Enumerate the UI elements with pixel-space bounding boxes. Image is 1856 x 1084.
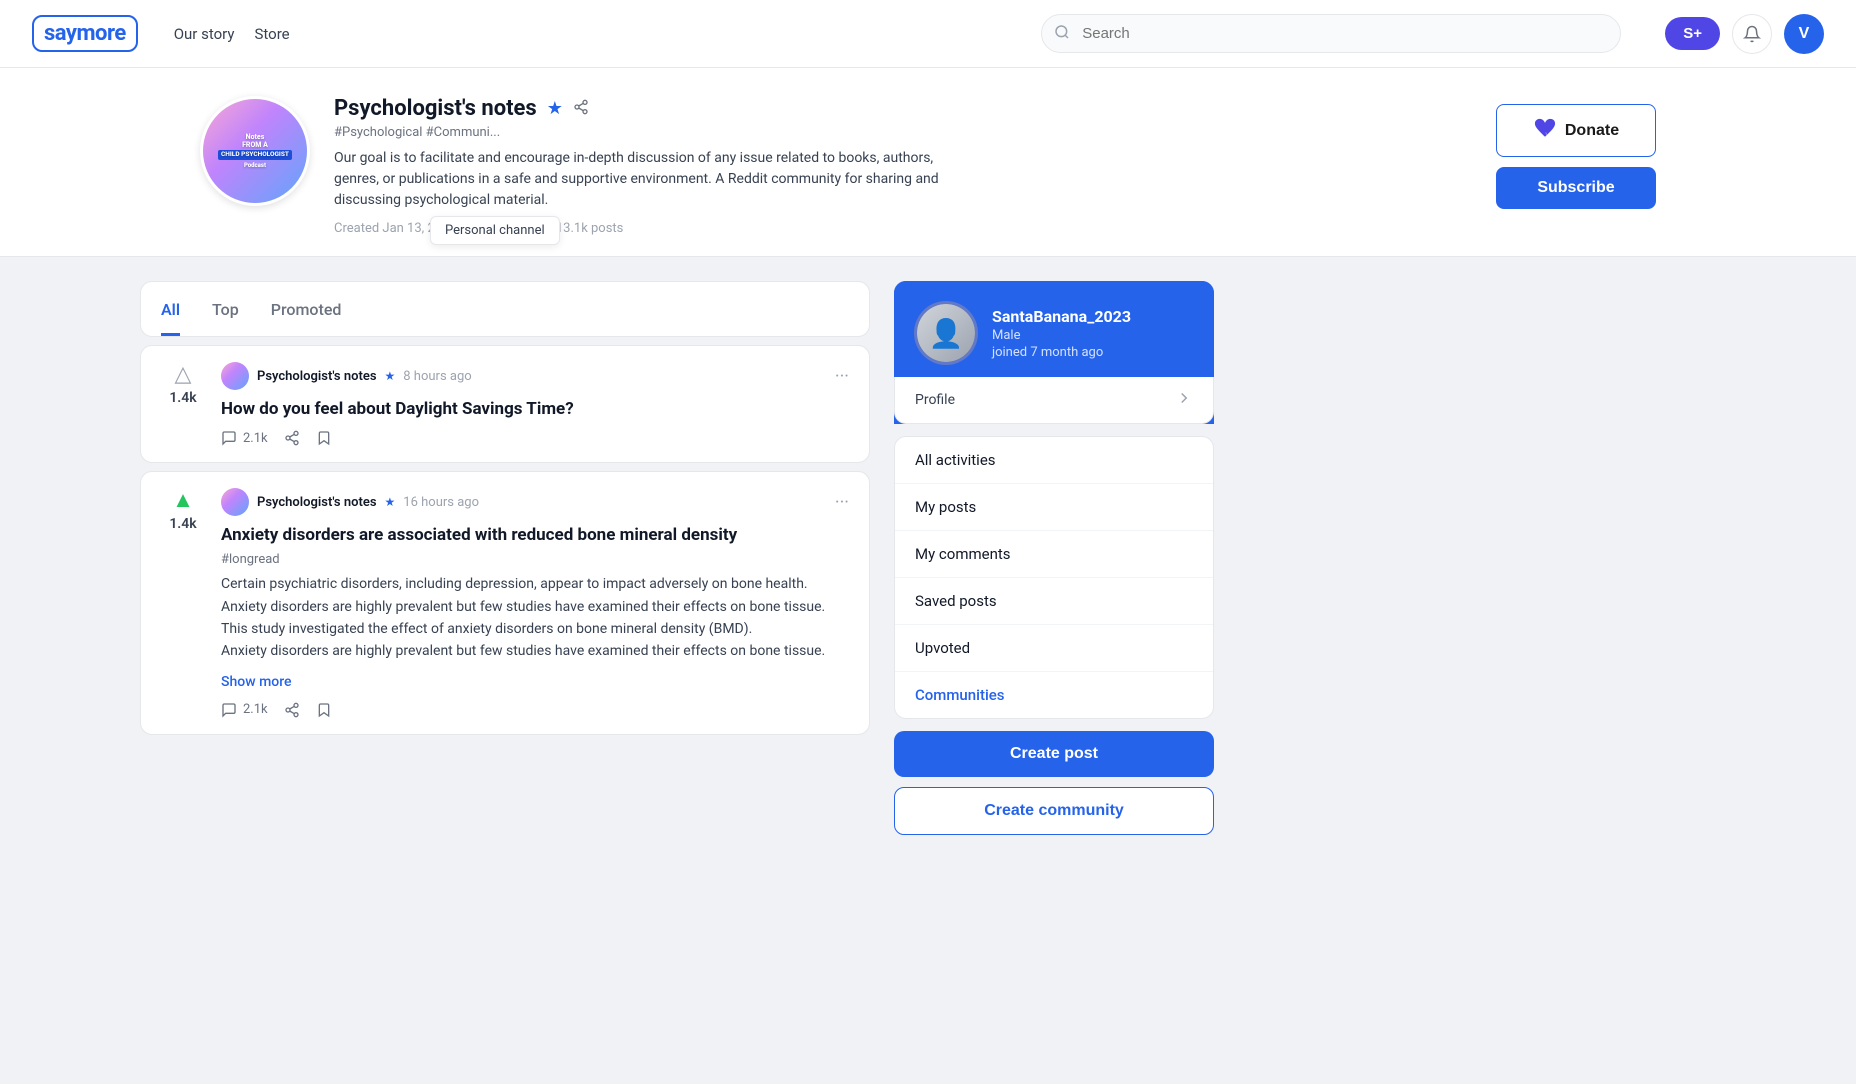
subscribe-button[interactable]: Subscribe — [1496, 167, 1656, 209]
sidebar-buttons: Create post Create community — [894, 731, 1214, 835]
tabs: All Top Promoted — [140, 281, 870, 337]
post-time: 8 hours ago — [403, 369, 471, 384]
upvote-icon[interactable]: △ — [175, 364, 192, 386]
nav-store[interactable]: Store — [254, 25, 289, 43]
search-input[interactable] — [1041, 14, 1621, 53]
sidebar-communities[interactable]: Communities — [895, 672, 1213, 718]
sidebar-all-activities[interactable]: All activities — [895, 437, 1213, 484]
sidebar-menu: All activities My posts My comments Save… — [894, 436, 1214, 719]
post-time: 16 hours ago — [403, 495, 479, 510]
user-info: SantaBanana_2023 Male joined 7 month ago — [992, 307, 1131, 360]
post-actions: 2.1k — [221, 430, 849, 446]
logo[interactable]: saymore — [32, 15, 138, 52]
search-icon — [1054, 24, 1070, 44]
donate-heart-icon — [1533, 117, 1557, 144]
vote-column: △ 1.4k — [161, 362, 205, 446]
channel-tags: #Psychological #Communi... — [334, 125, 1472, 140]
share-action[interactable] — [284, 430, 300, 446]
donate-button[interactable]: Donate — [1496, 104, 1656, 157]
tab-all[interactable]: All — [161, 282, 180, 336]
profile-link[interactable]: Profile — [915, 392, 955, 408]
tab-promoted[interactable]: Promoted — [271, 282, 342, 336]
channel-title: Psychologist's notes — [334, 96, 537, 121]
vote-count: 1.4k — [169, 516, 196, 532]
sidebar-my-comments[interactable]: My comments — [895, 531, 1213, 578]
sidebar-my-posts[interactable]: My posts — [895, 484, 1213, 531]
user-avatar-button[interactable]: V — [1784, 14, 1824, 54]
post-channel-name: Psychologist's notes — [257, 495, 377, 510]
sidebar-saved-posts[interactable]: Saved posts — [895, 578, 1213, 625]
username: SantaBanana_2023 — [992, 307, 1131, 326]
user-card-bottom: Profile — [894, 377, 1214, 424]
bookmark-action[interactable] — [316, 430, 332, 446]
nav: Our story Store — [174, 25, 290, 43]
profile-arrow-icon[interactable] — [1175, 389, 1193, 411]
s-plus-button[interactable]: S+ — [1665, 17, 1720, 50]
sidebar: 👤 SantaBanana_2023 Male joined 7 month a… — [894, 281, 1214, 835]
post-tag: #longread — [221, 552, 849, 567]
create-community-button[interactable]: Create community — [894, 787, 1214, 835]
notifications-button[interactable] — [1732, 14, 1772, 54]
bookmark-action[interactable] — [316, 702, 332, 718]
post-title: Anxiety disorders are associated with re… — [221, 524, 849, 546]
comments-count: 2.1k — [243, 702, 268, 717]
vote-column: ▲ 1.4k — [161, 488, 205, 718]
user-card: 👤 SantaBanana_2023 Male joined 7 month a… — [894, 281, 1214, 424]
verified-icon: ★ — [547, 98, 563, 119]
user-avatar-image: 👤 — [917, 304, 975, 362]
post-body: Psychologist's notes ★ 16 hours ago ··· … — [221, 488, 849, 718]
logo-text[interactable]: saymore — [32, 15, 138, 52]
post-more-button[interactable]: ··· — [835, 366, 849, 387]
create-post-button[interactable]: Create post — [894, 731, 1214, 777]
header-actions: S+ V — [1665, 14, 1824, 54]
channel-description: Our goal is to facilitate and encourage … — [334, 148, 974, 211]
post-card: △ 1.4k Psychologist's notes ★ 8 hours ag… — [140, 345, 870, 463]
channel-actions: Donate Subscribe — [1496, 96, 1656, 209]
vote-count: 1.4k — [169, 390, 196, 406]
post-title: How do you feel about Daylight Savings T… — [221, 398, 849, 420]
post-channel-avatar — [221, 362, 249, 390]
upvote-icon[interactable]: ▲ — [172, 490, 194, 512]
user-avatar: 👤 — [914, 301, 978, 365]
channel-info: Psychologist's notes ★ #Psychological #C… — [334, 96, 1472, 236]
post-channel-avatar — [221, 488, 249, 516]
posts-area: All Top Promoted △ 1.4k Psychologist's n… — [140, 281, 870, 735]
nav-our-story[interactable]: Our story — [174, 25, 235, 43]
post-text: Certain psychiatric disorders, including… — [221, 573, 849, 663]
share-action[interactable] — [284, 702, 300, 718]
post-body: Psychologist's notes ★ 8 hours ago ··· H… — [221, 362, 849, 446]
header: saymore Our story Store S+ V — [0, 0, 1856, 68]
share-icon[interactable] — [573, 99, 589, 119]
donate-label: Donate — [1565, 122, 1619, 140]
channel-title-row: Psychologist's notes ★ — [334, 96, 1472, 121]
channel-avatar-image: Notes FROM A CHILD PSYCHOLOGIST Podcast — [203, 99, 307, 203]
comments-action[interactable]: 2.1k — [221, 702, 268, 718]
user-card-top: 👤 SantaBanana_2023 Male joined 7 month a… — [894, 281, 1214, 377]
post-more-button[interactable]: ··· — [835, 492, 849, 513]
post-meta: Psychologist's notes ★ 16 hours ago ··· — [221, 488, 849, 516]
user-joined: joined 7 month ago — [992, 345, 1131, 360]
channel-avatar: Notes FROM A CHILD PSYCHOLOGIST Podcast — [200, 96, 310, 206]
post-meta: Psychologist's notes ★ 8 hours ago ··· — [221, 362, 849, 390]
personal-channel-tooltip: Personal channel — [430, 216, 560, 245]
user-gender: Male — [992, 328, 1131, 343]
comments-action[interactable]: 2.1k — [221, 430, 268, 446]
comments-count: 2.1k — [243, 431, 268, 446]
main-content: All Top Promoted △ 1.4k Psychologist's n… — [0, 257, 1856, 859]
search-bar — [1041, 14, 1621, 53]
post-channel-name: Psychologist's notes — [257, 369, 377, 384]
post-verified-icon: ★ — [385, 369, 396, 383]
channel-header: Notes FROM A CHILD PSYCHOLOGIST Podcast … — [0, 68, 1856, 257]
sidebar-upvoted[interactable]: Upvoted — [895, 625, 1213, 672]
post-actions: 2.1k — [221, 702, 849, 718]
post-verified-icon: ★ — [385, 495, 396, 509]
post-card: ▲ 1.4k Psychologist's notes ★ 16 hours a… — [140, 471, 870, 735]
show-more-link[interactable]: Show more — [221, 674, 292, 690]
tab-top[interactable]: Top — [212, 282, 239, 336]
